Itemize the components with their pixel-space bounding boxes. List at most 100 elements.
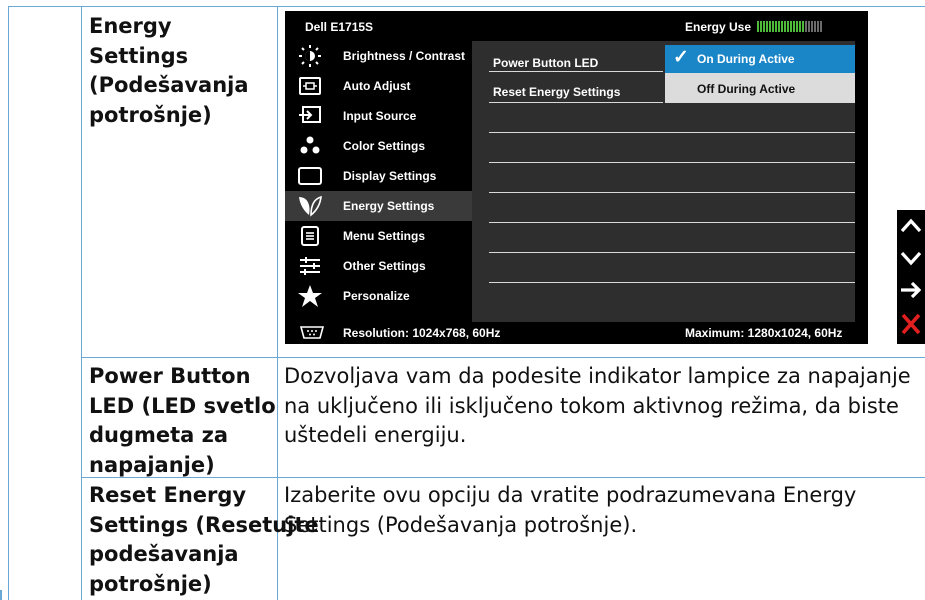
osd-menu-label: Display Settings [343, 169, 437, 183]
color-settings-icon [297, 134, 323, 158]
energy-meter-bar [769, 21, 771, 33]
energy-leaf-icon [297, 194, 323, 218]
osd-header: Dell E1715S Energy Use [285, 11, 868, 41]
energy-meter-bar [808, 21, 810, 33]
osd-menu-item-brightness-contrast[interactable]: Brightness / Contrast [285, 41, 472, 71]
osd-menu-label: Auto Adjust [343, 79, 411, 93]
energy-meter-bar [760, 21, 762, 33]
label-line: LED (LED svetlo [89, 393, 276, 418]
brightness-icon [297, 44, 323, 68]
osd-exit-button[interactable] [897, 306, 925, 344]
desc-line: uštedeli energiju. [284, 423, 467, 447]
energy-meter-bar [817, 21, 819, 33]
desc-line: Izaberite ovu opciju da vratite podrazum… [284, 483, 857, 507]
osd-model-name: Dell E1715S [305, 20, 374, 34]
star-icon [297, 284, 323, 308]
submenu-reset-energy-settings[interactable]: Reset Energy Settings [493, 85, 620, 99]
label-line: dugmeta za [89, 423, 229, 447]
energy-meter-bar [790, 21, 792, 33]
energy-meter-bar [811, 21, 813, 33]
row-reset-energy-settings-label: Reset Energy Settings (Resetujte podešav… [89, 481, 319, 599]
osd-menu-item-menu-settings[interactable]: Menu Settings [285, 221, 472, 251]
other-settings-icon [297, 254, 323, 278]
submenu-underline [489, 71, 663, 72]
option-off-during-active[interactable]: Off During Active [665, 73, 855, 103]
auto-adjust-icon [297, 74, 323, 98]
label-line: Power Button [89, 364, 251, 388]
osd-menu-label: Menu Settings [343, 229, 426, 243]
row-reset-energy-settings-description: Izaberite ovu opciju da vratite podrazum… [284, 481, 925, 540]
exit-x-icon [901, 313, 921, 335]
osd-menu-label: Brightness / Contrast [343, 49, 466, 63]
down-arrow-icon [900, 251, 922, 266]
panel-divider [489, 282, 855, 283]
desc-line: na uključeno ili isključeno tokom aktivn… [284, 393, 899, 418]
input-source-icon [297, 104, 323, 128]
energy-meter-bar [799, 21, 801, 33]
label-line: Settings (Resetujte [89, 512, 319, 537]
energy-meter-bar [778, 21, 780, 33]
energy-meter-bar [784, 21, 786, 33]
energy-use-meter [757, 19, 823, 33]
label-line: podešavanja [89, 542, 239, 566]
checkmark-icon: ✓ [673, 47, 689, 68]
vga-connector-icon [299, 326, 325, 339]
maximum-resolution-readout: Maximum: 1280x1024, 60Hz [685, 326, 843, 340]
osd-menu-item-color-settings[interactable]: Color Settings [285, 131, 472, 161]
osd-menu-label: Other Settings [343, 259, 426, 273]
osd-menu-item-display-settings[interactable]: Display Settings [285, 161, 472, 191]
label-line: potrošnje) [89, 571, 212, 596]
table-top-border [8, 6, 925, 7]
energy-meter-bar [763, 21, 765, 33]
table-left-border [8, 6, 9, 600]
desc-line: Settings (Podešavanja potrošnje). [284, 512, 638, 537]
page-left-rule [0, 590, 2, 600]
osd-down-button[interactable] [897, 242, 925, 274]
column-divider-2 [277, 6, 278, 600]
energy-meter-bar [757, 21, 759, 33]
energy-meter-bar [787, 21, 789, 33]
osd-menu-item-auto-adjust[interactable]: Auto Adjust [285, 71, 472, 101]
display-settings-icon [297, 164, 323, 188]
osd-menu-label: Input Source [343, 109, 417, 123]
energy-meter-bar [793, 21, 795, 33]
resolution-readout: Resolution: 1024x768, 60Hz [343, 326, 501, 340]
energy-meter-bar [781, 21, 783, 33]
osd-menu-label: Personalize [343, 289, 410, 303]
row-energy-settings-label: Energy Settings (Podešavanja potrošnje) [89, 12, 274, 130]
panel-divider [489, 192, 855, 193]
label-line: Reset Energy [89, 483, 247, 507]
option-label: Off During Active [697, 82, 796, 96]
osd-menu-item-other-settings[interactable]: Other Settings [285, 251, 472, 281]
row-divider-1 [81, 357, 925, 358]
energy-meter-bar [814, 21, 816, 33]
panel-divider [489, 132, 855, 133]
osd-menu-item-energy-settings[interactable]: Energy Settings [285, 191, 472, 221]
up-arrow-icon [900, 218, 922, 233]
energy-use-label: Energy Use [685, 20, 752, 34]
energy-meter-bar [775, 21, 777, 33]
energy-meter-bar [766, 21, 768, 33]
label-line: (Podešavanja [89, 73, 249, 97]
label-line: napajanje) [89, 452, 215, 477]
energy-meter-bar [805, 21, 807, 33]
osd-menu-item-input-source[interactable]: Input Source [285, 101, 472, 131]
energy-meter-bar [802, 21, 804, 33]
osd-up-button[interactable] [897, 210, 925, 242]
option-label: On During Active [697, 52, 795, 66]
row-power-button-led-description: Dozvoljava vam da podesite indikator lam… [284, 362, 925, 451]
energy-meter-bar [796, 21, 798, 33]
enter-arrow-icon [901, 281, 922, 299]
osd-enter-button[interactable] [897, 274, 925, 306]
panel-divider [489, 222, 855, 223]
monitor-osd-screenshot: Dell E1715S Energy Use Brightness / Cont… [285, 11, 868, 344]
desc-line: Dozvoljava vam da podesite indikator lam… [284, 364, 911, 388]
label-line: Energy Settings [89, 14, 189, 68]
submenu-underline [489, 102, 663, 103]
panel-divider [489, 162, 855, 163]
osd-menu-item-personalize[interactable]: Personalize [285, 281, 472, 311]
osd-menu-label: Energy Settings [343, 199, 435, 213]
osd-footer: Resolution: 1024x768, 60Hz Maximum: 1280… [285, 322, 868, 344]
submenu-power-button-led[interactable]: Power Button LED [493, 56, 598, 70]
option-on-during-active[interactable]: ✓ On During Active [665, 45, 855, 73]
